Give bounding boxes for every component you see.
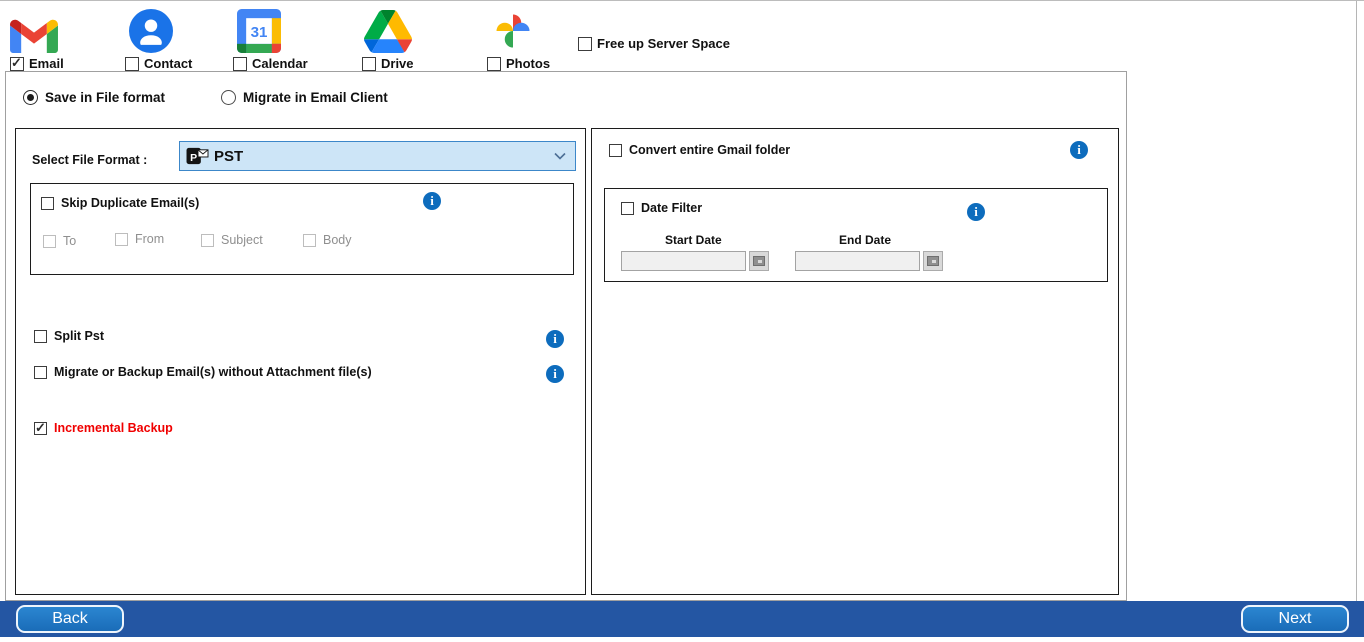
duplicate-field-from-row[interactable]: From [115,232,164,246]
google-contacts-icon [129,9,173,53]
footer-bar: Back Next [0,601,1364,637]
skip-duplicate-label: Skip Duplicate Email(s) [61,196,200,210]
photos-checkbox[interactable] [487,56,501,71]
photos-checkbox-label: Photos [506,56,551,71]
photos-checkbox-row[interactable]: Photos [487,56,550,71]
nav-item-calendar: 31 Calendar [233,5,308,71]
duplicate-field-from-checkbox[interactable] [115,232,128,246]
select-file-format-label: Select File Format : [32,153,148,167]
email-checkbox-row[interactable]: Email [10,56,64,71]
incremental-backup-row[interactable]: Incremental Backup [34,421,173,435]
without-attachments-row[interactable]: Migrate or Backup Email(s) without Attac… [34,365,372,379]
email-checkbox[interactable] [10,56,24,71]
nav-item-email: Email [10,5,64,71]
migrate-in-email-client-label: Migrate in Email Client [243,90,388,105]
split-pst-info-icon[interactable] [546,330,564,348]
without-attachments-checkbox[interactable] [34,365,47,379]
duplicate-field-subject-row[interactable]: Subject [201,233,263,247]
contact-checkbox[interactable] [125,56,139,71]
end-date-input[interactable] [795,251,920,271]
nav-item-photos: Photos [487,5,550,71]
selected-format-value: PST [214,147,244,165]
next-button[interactable]: Next [1241,605,1349,633]
duplicate-field-body-label: Body [323,233,352,247]
incremental-backup-checkbox[interactable] [34,421,47,435]
calendar-day-number: 31 [251,24,268,41]
start-date-calendar-button[interactable] [749,251,769,271]
date-filter-checkbox[interactable] [621,201,634,215]
chevron-down-icon [554,152,566,160]
date-filter-box: Date Filter Start Date End Date [604,188,1108,282]
drive-checkbox-row[interactable]: Drive [362,56,414,71]
duplicate-field-subject-label: Subject [221,233,263,247]
split-pst-checkbox[interactable] [34,329,47,343]
skip-duplicate-box: Skip Duplicate Email(s) To From Subject [30,183,574,275]
mode-save-in-file-format[interactable]: Save in File format [23,90,165,105]
skip-duplicate-checkbox[interactable] [41,196,54,210]
nav-item-contact: Contact [125,5,192,71]
without-attachments-label: Migrate or Backup Email(s) without Attac… [54,365,372,379]
google-calendar-icon: 31 [237,9,281,53]
skip-duplicate-info-icon[interactable] [423,192,441,210]
gmail-icon [10,19,58,53]
duplicate-field-body-row[interactable]: Body [303,233,352,247]
date-filter-info-icon[interactable] [967,203,985,221]
google-photos-icon [496,14,530,48]
gmail-folder-options-panel: Convert entire Gmail folder Date Filter … [591,128,1119,595]
drive-checkbox[interactable] [362,56,376,71]
end-date-calendar-button[interactable] [923,251,943,271]
migrate-in-email-client-radio[interactable] [221,90,236,105]
calendar-picker-icon [927,256,939,266]
pst-icon-letter: P [190,151,197,163]
calendar-checkbox-row[interactable]: Calendar [233,56,308,71]
duplicate-field-to-row[interactable]: To [43,234,76,248]
without-attachments-info-icon[interactable] [546,365,564,383]
free-up-server-space-row[interactable]: Free up Server Space [578,36,730,51]
save-in-file-format-radio[interactable] [23,90,38,105]
duplicate-field-subject-checkbox[interactable] [201,233,214,247]
drive-checkbox-label: Drive [381,56,414,71]
date-filter-row[interactable]: Date Filter [621,201,702,215]
end-date-label: End Date [839,233,892,247]
file-format-options-panel: Select File Format : P PST Skip Duplicat… [15,128,586,595]
free-up-server-space-checkbox[interactable] [578,36,592,51]
nav-item-drive: Drive [362,5,414,71]
split-pst-label: Split Pst [54,329,105,343]
duplicate-field-to-label: To [63,234,77,248]
calendar-checkbox[interactable] [233,56,247,71]
skip-duplicate-row[interactable]: Skip Duplicate Email(s) [41,196,199,210]
duplicate-field-body-checkbox[interactable] [303,233,316,247]
calendar-checkbox-label: Calendar [252,56,308,71]
split-pst-row[interactable]: Split Pst [34,329,104,343]
duplicate-field-to-checkbox[interactable] [43,234,56,248]
start-date-label: Start Date [665,233,722,247]
free-up-server-space-label: Free up Server Space [597,36,730,51]
convert-entire-gmail-folder-row[interactable]: Convert entire Gmail folder [609,143,790,157]
incremental-backup-label: Incremental Backup [54,421,173,435]
save-in-file-format-label: Save in File format [45,90,166,105]
file-format-dropdown[interactable]: P PST [179,141,576,171]
start-date-input[interactable] [621,251,746,271]
window-right-edge [1356,1,1357,601]
convert-entire-gmail-folder-info-icon[interactable] [1070,141,1088,159]
calendar-picker-icon [753,256,765,266]
gmail-backup-wizard-window: Email Contact [0,0,1364,642]
options-frame: Save in File format Migrate in Email Cli… [5,71,1127,601]
date-filter-label: Date Filter [641,201,703,215]
duplicate-field-from-label: From [135,232,165,246]
convert-entire-gmail-folder-label: Convert entire Gmail folder [629,143,791,157]
mode-migrate-in-email-client[interactable]: Migrate in Email Client [221,90,388,105]
pst-file-icon: P [186,147,209,164]
back-button[interactable]: Back [16,605,124,633]
contact-checkbox-row[interactable]: Contact [125,56,192,71]
email-checkbox-label: Email [29,56,64,71]
convert-entire-gmail-folder-checkbox[interactable] [609,143,622,157]
google-drive-icon [364,10,412,53]
contact-checkbox-label: Contact [144,56,193,71]
